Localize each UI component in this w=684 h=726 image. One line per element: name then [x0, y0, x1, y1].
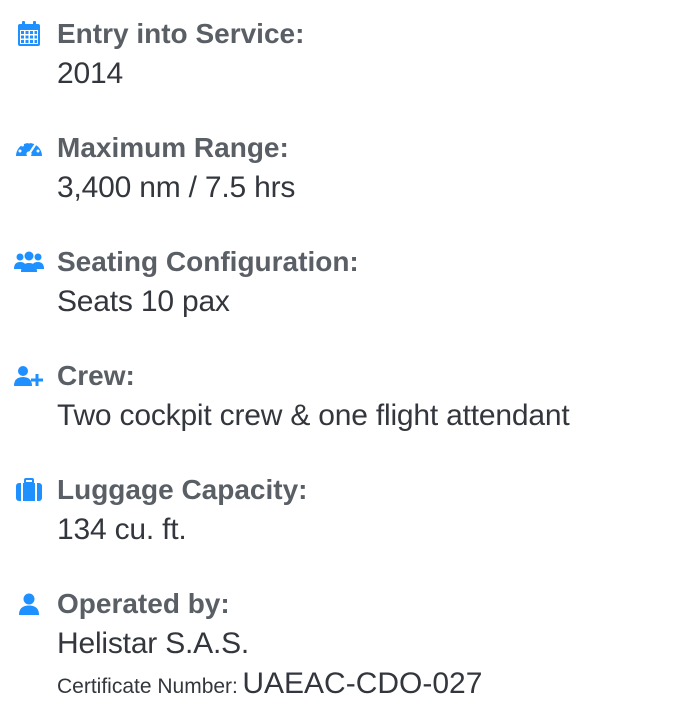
speedometer-icon	[8, 132, 50, 164]
certificate-number: UAEAC-CDO-027	[242, 667, 483, 700]
spec-value: Two cockpit crew & one flight attendant	[57, 399, 570, 432]
spec-header: Crew:	[0, 356, 569, 396]
spec-label: Entry into Service:	[57, 18, 305, 49]
spec-value: 3,400 nm / 7.5 hrs	[57, 171, 296, 204]
user-plus-icon	[8, 360, 50, 392]
spec-header: Entry into Service:	[0, 14, 304, 54]
spec-crew: Crew: Two cockpit crew & one flight atte…	[0, 356, 570, 436]
spec-maximum-range: Maximum Range: 3,400 nm / 7.5 hrs	[0, 128, 295, 208]
spec-operated-by: Operated by: Helistar S.A.S. Certificate…	[0, 584, 482, 709]
spec-label: Crew:	[57, 360, 135, 391]
calendar-icon	[8, 18, 50, 50]
spec-label: Luggage Capacity:	[57, 474, 308, 505]
spec-header: Seating Configuration:	[0, 242, 359, 282]
suitcase-icon	[8, 474, 50, 506]
spec-entry-into-service: Entry into Service: 2014	[0, 14, 304, 94]
spec-label: Maximum Range:	[57, 132, 289, 163]
certificate-label: Certificate Number:	[57, 675, 238, 698]
spec-header: Luggage Capacity:	[0, 470, 307, 510]
user-icon	[8, 588, 50, 620]
spec-header: Operated by:	[0, 584, 482, 624]
spec-label: Seating Configuration:	[57, 246, 359, 277]
certificate-line: Certificate Number: UAEAC-CDO-027	[57, 664, 482, 709]
users-icon	[8, 246, 50, 278]
spec-value: 2014	[57, 57, 123, 90]
spec-seating-configuration: Seating Configuration: Seats 10 pax	[0, 242, 359, 322]
spec-luggage-capacity: Luggage Capacity: 134 cu. ft.	[0, 470, 307, 550]
spec-value: 134 cu. ft.	[57, 513, 187, 546]
spec-label: Operated by:	[57, 588, 230, 619]
spec-value: Seats 10 pax	[57, 285, 230, 318]
spec-value: Helistar S.A.S.	[57, 627, 250, 660]
spec-header: Maximum Range:	[0, 128, 295, 168]
